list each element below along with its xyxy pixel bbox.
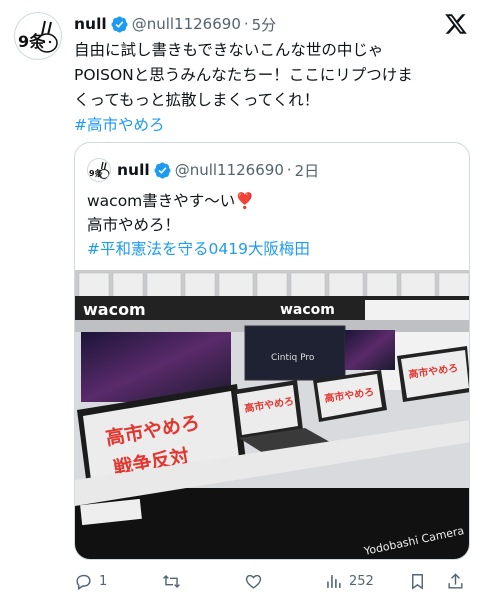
quoted-text-line: wacom書きやす〜い (87, 192, 236, 210)
share-icon (448, 572, 463, 589)
display-label: Cintiq Pro (271, 353, 315, 363)
retweet-button[interactable] (162, 572, 244, 591)
retweet-icon (163, 574, 180, 588)
wacom-sign-center: wacom (280, 302, 335, 318)
verified-badge-icon (111, 15, 128, 33)
reply-icon (76, 574, 91, 590)
reply-button[interactable]: 1 (74, 572, 162, 591)
separator-dot: · (286, 161, 292, 179)
separator-dot: · (243, 15, 249, 33)
heart-icon (245, 574, 262, 589)
views-count: 252 (349, 573, 374, 589)
views-button[interactable]: 252 (324, 572, 408, 591)
tweet-time[interactable]: 5分 (252, 14, 277, 35)
heart-emoji: ❣️ (235, 192, 255, 210)
quoted-text: wacom書きやす〜い❣️ 高市やめろ！ #平和憲法を守る0419大阪梅田 (87, 189, 457, 261)
avatar-text: 9条 (18, 32, 46, 51)
author-name[interactable]: null (74, 15, 107, 33)
tweet-hashtag-link[interactable]: #高市やめろ (74, 113, 468, 138)
x-logo-icon[interactable] (444, 12, 468, 36)
tweet-text-line: POISONと思うみんなたちー！ここにリプつけま (74, 66, 413, 84)
author-avatar[interactable]: 9条 (14, 12, 62, 60)
quoted-text-line: 高市やめろ！ (87, 216, 181, 234)
reply-count: 1 (99, 573, 108, 589)
quoted-header: null @null1126690 · 2日 (117, 158, 319, 182)
quoted-time: 2日 (294, 161, 320, 180)
quoted-author-handle: @null1126690 (174, 161, 284, 179)
quoted-author-avatar: 9条 (87, 158, 111, 182)
avatar-text: 9条 (89, 168, 104, 178)
bookmark-button[interactable] (408, 572, 446, 591)
quoted-author-name: null (117, 161, 150, 179)
bookmark-icon (412, 573, 423, 590)
quoted-hashtag-link[interactable]: #平和憲法を守る0419大阪梅田 (87, 237, 457, 261)
verified-badge-icon (154, 161, 171, 179)
tweet-header: null @null1126690 · 5分 (74, 12, 464, 36)
wacom-sign-left: wacom (83, 300, 146, 319)
tweet-text-line: 自由に試し書きもできないこんな世の中じゃ (74, 41, 384, 59)
share-button[interactable] (446, 572, 466, 591)
like-button[interactable] (244, 572, 324, 591)
tweet-text: 自由に試し書きもできないこんな世の中じゃ POISONと思うみんなたちー！ここにリ… (74, 38, 468, 138)
views-chart-icon (327, 574, 341, 588)
tweet-action-bar: 1 252 (74, 568, 470, 594)
attached-photo[interactable]: wacom wacom Cintiq Pro 高市やめろ 戦争反対 高市やめろ … (75, 270, 470, 560)
quoted-tweet-card[interactable]: 9条 null @null1126690 · 2日 wacom書きやす〜い❣️ … (74, 142, 470, 560)
author-handle[interactable]: @null1126690 (132, 15, 241, 33)
tweet-text-line: くってもっと拡散しまくってくれ！ (74, 91, 320, 109)
